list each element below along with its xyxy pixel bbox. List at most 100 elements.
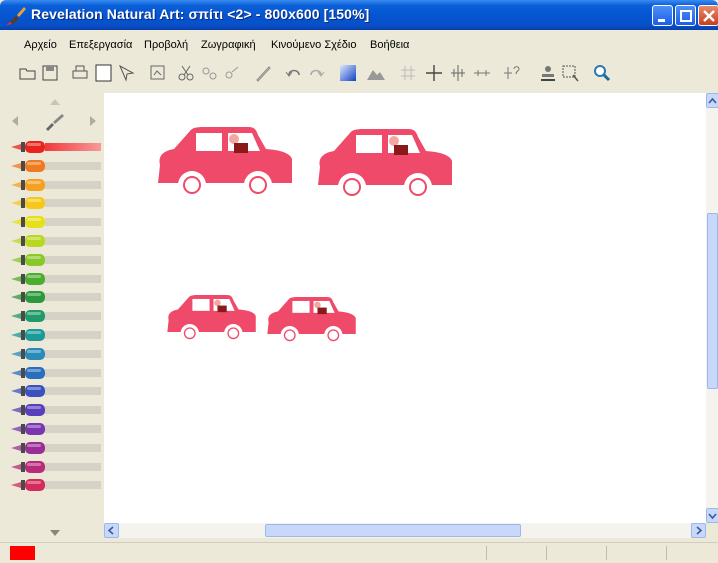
crayon-icon xyxy=(11,235,45,247)
chevron-up-icon xyxy=(708,97,717,104)
save-icon[interactable] xyxy=(40,63,60,83)
crayon-icon xyxy=(11,366,45,379)
crayon-color-swatch[interactable] xyxy=(11,176,104,194)
menu-paint[interactable]: Ζωγραφική xyxy=(201,39,256,51)
crayon-color-swatch[interactable] xyxy=(11,232,104,250)
pen-icon[interactable] xyxy=(254,63,274,83)
crayon-color-swatch[interactable] xyxy=(11,138,104,156)
color-strip xyxy=(45,425,101,433)
minimize-icon xyxy=(658,19,665,22)
crayon-color-swatch[interactable] xyxy=(11,213,104,231)
crayon-icon xyxy=(11,423,45,435)
crayon-color-swatch[interactable] xyxy=(11,382,104,400)
brush-tool-icon[interactable] xyxy=(42,112,68,132)
menu-animation[interactable]: Κινούμενο Σχέδιο xyxy=(271,39,357,51)
crayon-color-swatch[interactable] xyxy=(11,288,104,306)
crayon-icon xyxy=(11,178,45,191)
crayon-color-swatch[interactable] xyxy=(11,326,104,344)
car-drawing-item xyxy=(167,295,256,343)
menu-bar: Αρχείο Επεξεργασία Προβολή Ζωγραφική Κιν… xyxy=(0,39,718,57)
menu-help[interactable]: Βοήθεια xyxy=(370,39,409,51)
title-bar[interactable]: Revelation Natural Art: σπίτι <2> - 800x… xyxy=(0,0,718,30)
menu-edit[interactable]: Επεξεργασία xyxy=(69,39,132,51)
scroll-right-button[interactable] xyxy=(691,523,706,538)
select-tool-icon[interactable] xyxy=(116,63,136,83)
copy-icon[interactable] xyxy=(200,63,220,83)
gradient-icon[interactable] xyxy=(338,63,358,83)
maximize-button[interactable] xyxy=(675,5,696,26)
crayon-icon xyxy=(11,253,45,266)
crayon-color-swatch[interactable] xyxy=(11,157,104,175)
vertical-scroll-thumb[interactable] xyxy=(707,213,718,389)
crayon-icon xyxy=(11,159,45,172)
crayon-icon xyxy=(11,479,45,492)
scroll-left-button[interactable] xyxy=(104,523,119,538)
crayon-color-swatch[interactable] xyxy=(11,439,104,457)
color-strip xyxy=(45,161,101,170)
crayon-color-swatch[interactable] xyxy=(11,364,104,382)
scroll-right-arrow-icon[interactable] xyxy=(88,114,98,128)
redo-icon[interactable] xyxy=(306,63,326,83)
crayon-palette xyxy=(8,94,104,544)
color-strip xyxy=(45,293,101,302)
scroll-left-arrow-icon[interactable] xyxy=(10,114,20,128)
crayon-color-swatch[interactable] xyxy=(11,270,104,288)
status-divider xyxy=(606,546,607,560)
crayon-icon xyxy=(11,385,45,398)
crayon-color-swatch[interactable] xyxy=(11,307,104,325)
drawing-canvas[interactable]: .carbody{fill:#f04a6a}.skin{fill:#f2a8a0… xyxy=(104,93,706,523)
color-strip xyxy=(45,331,101,339)
crayon-color-swatch[interactable] xyxy=(11,401,104,419)
crayon-color-swatch[interactable] xyxy=(11,458,104,476)
help-cursor-icon[interactable] xyxy=(502,63,522,83)
color-strip xyxy=(45,312,101,321)
image-icon[interactable] xyxy=(148,63,168,83)
color-strip xyxy=(45,199,101,208)
menu-file[interactable]: Αρχείο xyxy=(24,39,57,51)
status-divider xyxy=(486,546,487,560)
landscape-icon[interactable] xyxy=(366,63,386,83)
crayon-icon xyxy=(11,291,45,304)
color-strip xyxy=(45,481,101,490)
scroll-up-button[interactable] xyxy=(706,93,718,108)
cut-icon[interactable] xyxy=(176,63,196,83)
crayon-icon xyxy=(11,197,45,210)
color-strip xyxy=(45,218,101,227)
menu-view[interactable]: Προβολή xyxy=(144,39,188,51)
horizontal-scroll-thumb[interactable] xyxy=(265,524,521,537)
color-strip xyxy=(45,255,101,264)
close-button[interactable] xyxy=(698,5,718,26)
scroll-down-arrow-icon[interactable] xyxy=(48,528,62,538)
color-strip xyxy=(45,443,101,452)
cross-icon[interactable] xyxy=(424,63,444,83)
color-strip xyxy=(45,237,101,245)
crayon-color-swatch[interactable] xyxy=(11,420,104,438)
crayon-color-swatch[interactable] xyxy=(11,194,104,212)
crayon-icon xyxy=(11,347,45,360)
print-icon[interactable] xyxy=(70,63,90,83)
scroll-down-button[interactable] xyxy=(706,508,718,523)
horizontal-scrollbar[interactable] xyxy=(104,523,706,538)
crop-icon[interactable] xyxy=(560,63,580,83)
minimize-button[interactable] xyxy=(652,5,673,26)
zoom-icon[interactable] xyxy=(592,63,612,83)
maximize-icon xyxy=(680,10,692,22)
open-icon[interactable] xyxy=(18,63,38,83)
paste-icon[interactable] xyxy=(222,63,242,83)
crayon-icon xyxy=(11,460,45,473)
car-drawing-item xyxy=(158,127,292,199)
crayon-color-swatch[interactable] xyxy=(11,251,104,269)
color-strip xyxy=(45,349,101,358)
vertical-scrollbar[interactable] xyxy=(706,93,718,523)
grid-icon[interactable] xyxy=(398,63,418,83)
crayon-color-swatch[interactable] xyxy=(11,345,104,363)
undo-icon[interactable] xyxy=(284,63,304,83)
new-page-icon[interactable] xyxy=(94,63,114,83)
spread-icon[interactable] xyxy=(448,63,468,83)
color-strip xyxy=(45,143,101,151)
stamp-icon[interactable] xyxy=(538,63,558,83)
scroll-up-arrow-icon[interactable] xyxy=(48,96,62,106)
line-icon[interactable] xyxy=(472,63,492,83)
color-strip xyxy=(45,180,101,189)
crayon-color-swatch[interactable] xyxy=(11,476,104,494)
